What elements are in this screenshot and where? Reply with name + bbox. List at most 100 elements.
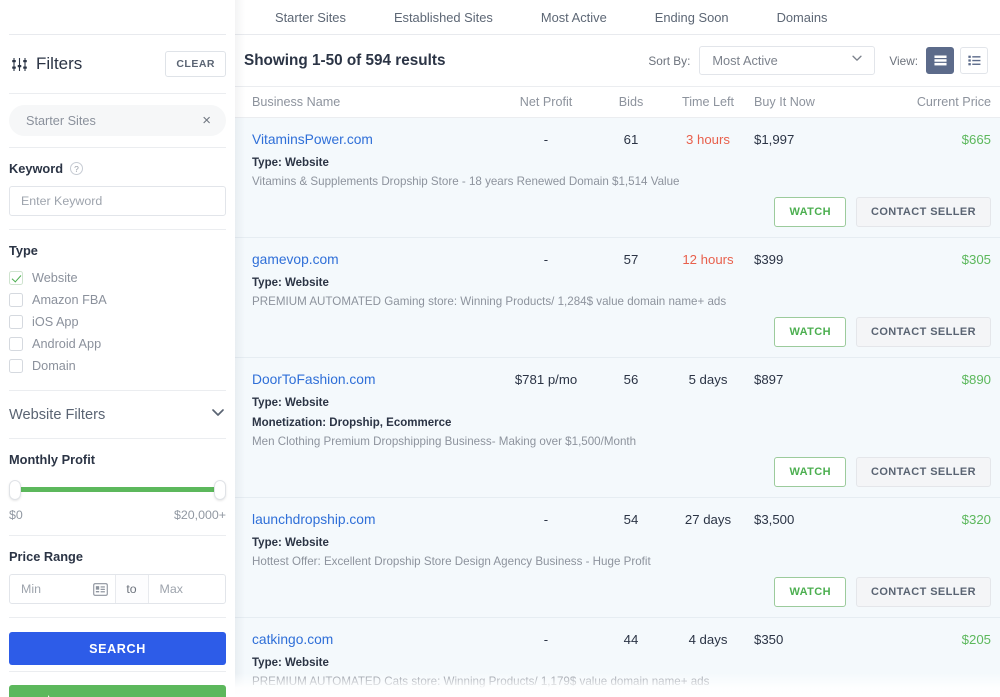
watch-button[interactable]: WATCH [774,457,846,487]
slider-handle-min[interactable] [9,480,21,500]
listing-bids: 61 [623,132,639,147]
contact-seller-button[interactable]: CONTACT SELLER [855,577,991,607]
view-list-button[interactable] [926,47,954,74]
contact-seller-button[interactable]: CONTACT SELLER [855,457,991,487]
tab-most-active[interactable]: Most Active [517,10,631,25]
close-icon[interactable]: × [202,113,211,128]
tab-domains[interactable]: Domains [753,10,852,25]
monthly-profit-scale: $0 $20,000+ [9,508,226,522]
listing-buy-it-now: $3,500 [754,512,795,527]
listing-meta: Monetization: Dropship, Ecommerce [252,417,452,429]
divider [9,617,226,618]
listing-current-price: $320 [961,512,991,527]
listing-name-cell: catkingo.com [252,631,492,649]
listing-current-price: $205 [961,632,991,647]
listing-description: PREMIUM AUTOMATED Gaming store: Winning … [252,295,727,308]
listing-name-cell: VitaminsPower.com [252,131,492,149]
tab-established-sites[interactable]: Established Sites [370,10,517,25]
sort-by-select[interactable]: Most Active [699,46,876,75]
table-header-row: Business Name Net Profit Bids Time Left … [235,86,1000,118]
listing-name-link[interactable]: catkingo.com [252,632,333,647]
keyword-filter-section: Keyword ? [9,148,226,229]
filters-header: Filters CLEAR [9,35,226,93]
view-label: View: [889,53,918,68]
column-header-business-name[interactable]: Business Name [252,95,492,109]
listing-name-link[interactable]: DoorToFashion.com [252,372,375,387]
checkbox-row-website[interactable]: Website [9,267,226,289]
listing-meta: Type: Website [252,397,329,409]
chevron-down-icon [850,51,864,70]
listing-meta: Type: Website [252,277,329,289]
slider-fill [17,487,218,492]
listing-name-link[interactable]: launchdropship.com [252,512,375,527]
checkbox-icon[interactable] [9,271,23,285]
price-min-input[interactable] [10,575,87,603]
watch-button[interactable]: WATCH [774,197,846,227]
listing-meta: Type: Website [252,657,329,669]
checkbox-icon[interactable] [9,315,23,329]
save-this-search-button[interactable]: ☆ SAVE THIS SEARCH [9,685,226,697]
price-range-group: to [9,574,226,604]
view-toggle-group [926,47,988,74]
listing-description: Men Clothing Premium Dropshipping Busine… [252,435,637,448]
listing-summary: gamevop.com - 57 12 hours $399 $305 [252,251,991,269]
search-button[interactable]: SEARCH [9,632,226,665]
type-label: Type [9,243,38,258]
listing-summary: DoorToFashion.com $781 p/mo 56 5 days $8… [252,371,991,389]
checkbox-row-ios-app[interactable]: iOS App [9,311,226,333]
contact-seller-button[interactable]: CONTACT SELLER [855,197,991,227]
watch-button[interactable]: WATCH [774,317,846,347]
listing-meta: Type: Website [252,537,329,549]
column-header-buy-it-now[interactable]: Buy It Now [754,95,866,109]
table-row[interactable]: gamevop.com - 57 12 hours $399 $305 Type… [235,238,1000,358]
sliders-icon [11,56,28,73]
listing-buy-it-now: $399 [754,252,784,267]
listing-name-link[interactable]: VitaminsPower.com [252,132,373,147]
listing-actions: WATCH CONTACT SELLER [252,317,991,347]
keyword-input[interactable] [9,186,226,216]
table-row[interactable]: launchdropship.com - 54 27 days $3,500 $… [235,498,1000,618]
website-filters-accordion[interactable]: Website Filters [9,391,226,438]
listing-time-left: 5 days [688,372,728,387]
checkbox-row-amazon-fba[interactable]: Amazon FBA [9,289,226,311]
listing-net-profit: - [543,512,549,527]
checkbox-row-android-app[interactable]: Android App [9,333,226,355]
help-icon[interactable]: ? [70,162,84,175]
tab-ending-soon[interactable]: Ending Soon [631,10,753,25]
checkbox-icon[interactable] [9,337,23,351]
star-icon: ☆ [42,693,55,697]
chevron-down-icon[interactable] [210,404,226,425]
table-row[interactable]: VitaminsPower.com - 61 3 hours $1,997 $6… [235,118,1000,238]
column-header-bids[interactable]: Bids [600,95,662,109]
keyword-label-row: Keyword ? [9,161,226,176]
listing-summary: launchdropship.com - 54 27 days $3,500 $… [252,511,991,529]
column-header-time-left[interactable]: Time Left [662,95,754,109]
active-filter-chip-starter-sites[interactable]: Starter Sites × [9,105,226,136]
listing-net-profit: $781 p/mo [514,372,578,387]
main-content: Starter Sites Established Sites Most Act… [235,0,1000,697]
checkbox-label: iOS App [32,315,79,329]
column-header-current-price[interactable]: Current Price [866,95,991,109]
monthly-profit-slider[interactable] [9,480,226,500]
listing-actions: WATCH CONTACT SELLER [252,197,991,227]
table-row[interactable]: catkingo.com - 44 4 days $350 $205 Type:… [235,618,1000,697]
column-header-net-profit[interactable]: Net Profit [492,95,600,109]
table-row[interactable]: DoorToFashion.com $781 p/mo 56 5 days $8… [235,358,1000,498]
sidebar-top-spacer [9,0,226,35]
tab-starter-sites[interactable]: Starter Sites [251,10,370,25]
price-max-input[interactable] [148,575,225,603]
listing-time-left: 12 hours [682,252,734,267]
checkbox-icon[interactable] [9,359,23,373]
price-range-label: Price Range [9,549,83,564]
checkbox-row-domain[interactable]: Domain [9,355,226,377]
checkbox-icon[interactable] [9,293,23,307]
listing-time-left: 27 days [684,512,732,527]
listing-name-link[interactable]: gamevop.com [252,252,339,267]
contact-seller-button[interactable]: CONTACT SELLER [855,317,991,347]
clear-filters-button[interactable]: CLEAR [165,51,226,77]
listing-buy-it-now: $897 [754,372,784,387]
slider-handle-max[interactable] [214,480,226,500]
watch-button[interactable]: WATCH [774,577,846,607]
view-compact-button[interactable] [960,47,988,74]
listing-summary: catkingo.com - 44 4 days $350 $205 [252,631,991,649]
